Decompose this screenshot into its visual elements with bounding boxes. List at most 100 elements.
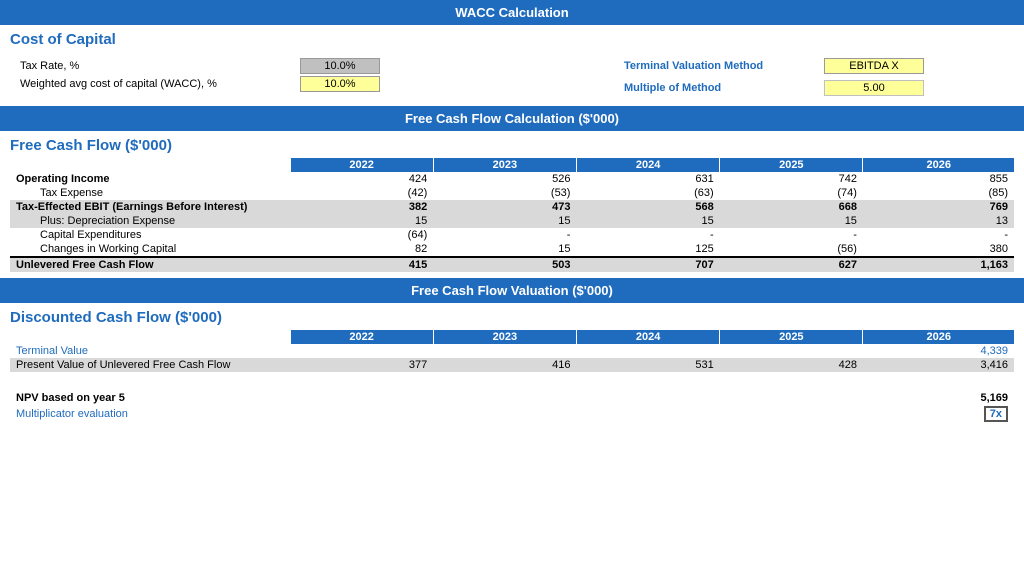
wacc-title: WACC Calculation xyxy=(455,5,568,20)
pv-2022: 377 xyxy=(290,358,433,372)
dcf-year-2023: 2023 xyxy=(433,330,576,344)
dcf-year-2022: 2022 xyxy=(290,330,433,344)
terminal-method-row: Terminal Valuation Method EBITDA X xyxy=(624,58,1004,74)
operating-income-label: Operating Income xyxy=(10,172,290,186)
tebit-row: Tax-Effected EBIT (Earnings Before Inter… xyxy=(10,200,1014,214)
dep-2022: 15 xyxy=(290,214,433,228)
spacer xyxy=(10,372,1014,388)
mult-label: Multiplicator evaluation xyxy=(10,405,290,423)
ufcf-2023: 503 xyxy=(433,257,576,272)
tebit-2022: 382 xyxy=(290,200,433,214)
te-2023: (53) xyxy=(433,186,576,200)
capex-2025: - xyxy=(720,228,863,242)
multiple-method-row: Multiple of Method 5.00 xyxy=(624,80,1004,96)
mult-2022 xyxy=(290,405,433,423)
dep-2025: 15 xyxy=(720,214,863,228)
fcf-year-2023: 2023 xyxy=(433,158,576,172)
mult-2023 xyxy=(433,405,576,423)
mult-2024 xyxy=(576,405,719,423)
mult-2025 xyxy=(720,405,863,423)
dcf-year-2024: 2024 xyxy=(576,330,719,344)
npv-label: NPV based on year 5 xyxy=(10,388,290,405)
ufcf-2022: 415 xyxy=(290,257,433,272)
npv-row: NPV based on year 5 5,169 xyxy=(10,388,1014,405)
tebit-2024: 568 xyxy=(576,200,719,214)
dep-2023: 15 xyxy=(433,214,576,228)
fcf-table-container: 2022 2023 2024 2025 2026 Operating Incom… xyxy=(0,158,1024,278)
wc-row: Changes in Working Capital 82 15 125 (56… xyxy=(10,242,1014,257)
fcf-calc-header: Free Cash Flow Calculation ($'000) xyxy=(0,106,1024,131)
terminal-method-label: Terminal Valuation Method xyxy=(624,60,824,72)
tax-rate-value[interactable]: 10.0% xyxy=(300,58,380,74)
depreciation-row: Plus: Depreciation Expense 15 15 15 15 1… xyxy=(10,214,1014,228)
oi-2026: 855 xyxy=(863,172,1014,186)
tv-label: Terminal Value xyxy=(10,344,290,358)
npv-2023 xyxy=(433,388,576,405)
ufcf-row: Unlevered Free Cash Flow 415 503 707 627… xyxy=(10,257,1014,272)
dcf-year-2026: 2026 xyxy=(863,330,1014,344)
wacc-label: Weighted avg cost of capital (WACC), % xyxy=(20,78,300,90)
cost-of-capital-section: Cost of Capital Tax Rate, % 10.0% Weight… xyxy=(0,25,1024,106)
fcf-year-2024: 2024 xyxy=(576,158,719,172)
tebit-2023: 473 xyxy=(433,200,576,214)
multiplicator-row: Multiplicator evaluation 7x xyxy=(10,405,1014,423)
npv-2026: 5,169 xyxy=(863,388,1014,405)
wacc-header: WACC Calculation xyxy=(0,0,1024,25)
dcf-section: Discounted Cash Flow ($'000) 2022 2023 2… xyxy=(0,303,1024,429)
cost-left: Tax Rate, % 10.0% Weighted avg cost of c… xyxy=(20,56,604,94)
wc-2023: 15 xyxy=(433,242,576,257)
npv-2022 xyxy=(290,388,433,405)
capex-2024: - xyxy=(576,228,719,242)
tv-2023 xyxy=(433,344,576,358)
dep-2024: 15 xyxy=(576,214,719,228)
npv-2025 xyxy=(720,388,863,405)
capex-label: Capital Expenditures xyxy=(10,228,290,242)
fcf-val-title: Free Cash Flow Valuation ($'000) xyxy=(411,283,613,298)
operating-income-row: Operating Income 424 526 631 742 855 xyxy=(10,172,1014,186)
tv-2024 xyxy=(576,344,719,358)
fcf-section: Free Cash Flow ($'000) 2022 2023 2024 20… xyxy=(0,131,1024,278)
tebit-2025: 668 xyxy=(720,200,863,214)
oi-2024: 631 xyxy=(576,172,719,186)
wacc-row: Weighted avg cost of capital (WACC), % 1… xyxy=(20,76,604,92)
fcf-calc-title: Free Cash Flow Calculation ($'000) xyxy=(405,111,619,126)
tv-2022 xyxy=(290,344,433,358)
tax-expense-row: Tax Expense (42) (53) (63) (74) (85) xyxy=(10,186,1014,200)
mult-2026[interactable]: 7x xyxy=(863,405,1014,423)
multiple-method-value[interactable]: 5.00 xyxy=(824,80,924,96)
terminal-right: Terminal Valuation Method EBITDA X Multi… xyxy=(604,56,1004,98)
capex-2022: (64) xyxy=(290,228,433,242)
cost-of-capital-title: Cost of Capital xyxy=(0,25,1024,52)
fcf-table: 2022 2023 2024 2025 2026 Operating Incom… xyxy=(10,158,1014,272)
pv-2024: 531 xyxy=(576,358,719,372)
dcf-table-container: 2022 2023 2024 2025 2026 Terminal Value xyxy=(0,330,1024,429)
tax-rate-row: Tax Rate, % 10.0% xyxy=(20,58,604,74)
tebit-label: Tax-Effected EBIT (Earnings Before Inter… xyxy=(10,200,290,214)
tax-rate-label: Tax Rate, % xyxy=(20,60,300,72)
dep-2026: 13 xyxy=(863,214,1014,228)
tax-expense-label: Tax Expense xyxy=(10,186,290,200)
wc-2026: 380 xyxy=(863,242,1014,257)
pv-ufcf-row: Present Value of Unlevered Free Cash Flo… xyxy=(10,358,1014,372)
ufcf-2024: 707 xyxy=(576,257,719,272)
wc-2025: (56) xyxy=(720,242,863,257)
capex-row: Capital Expenditures (64) - - - - xyxy=(10,228,1014,242)
pv-2025: 428 xyxy=(720,358,863,372)
dcf-table: 2022 2023 2024 2025 2026 Terminal Value xyxy=(10,330,1014,423)
wc-label: Changes in Working Capital xyxy=(10,242,290,257)
te-2022: (42) xyxy=(290,186,433,200)
te-2024: (63) xyxy=(576,186,719,200)
terminal-value-row: Terminal Value 4,339 xyxy=(10,344,1014,358)
pv-label: Present Value of Unlevered Free Cash Flo… xyxy=(10,358,290,372)
main-wrapper: WACC Calculation Cost of Capital Tax Rat… xyxy=(0,0,1024,429)
tv-2025 xyxy=(720,344,863,358)
ufcf-2026: 1,163 xyxy=(863,257,1014,272)
fcf-year-2022: 2022 xyxy=(290,158,433,172)
te-2026: (85) xyxy=(863,186,1014,200)
wacc-value[interactable]: 10.0% xyxy=(300,76,380,92)
terminal-method-value[interactable]: EBITDA X xyxy=(824,58,924,74)
npv-2024 xyxy=(576,388,719,405)
capex-2023: - xyxy=(433,228,576,242)
spacer-row xyxy=(10,372,1014,388)
te-2025: (74) xyxy=(720,186,863,200)
